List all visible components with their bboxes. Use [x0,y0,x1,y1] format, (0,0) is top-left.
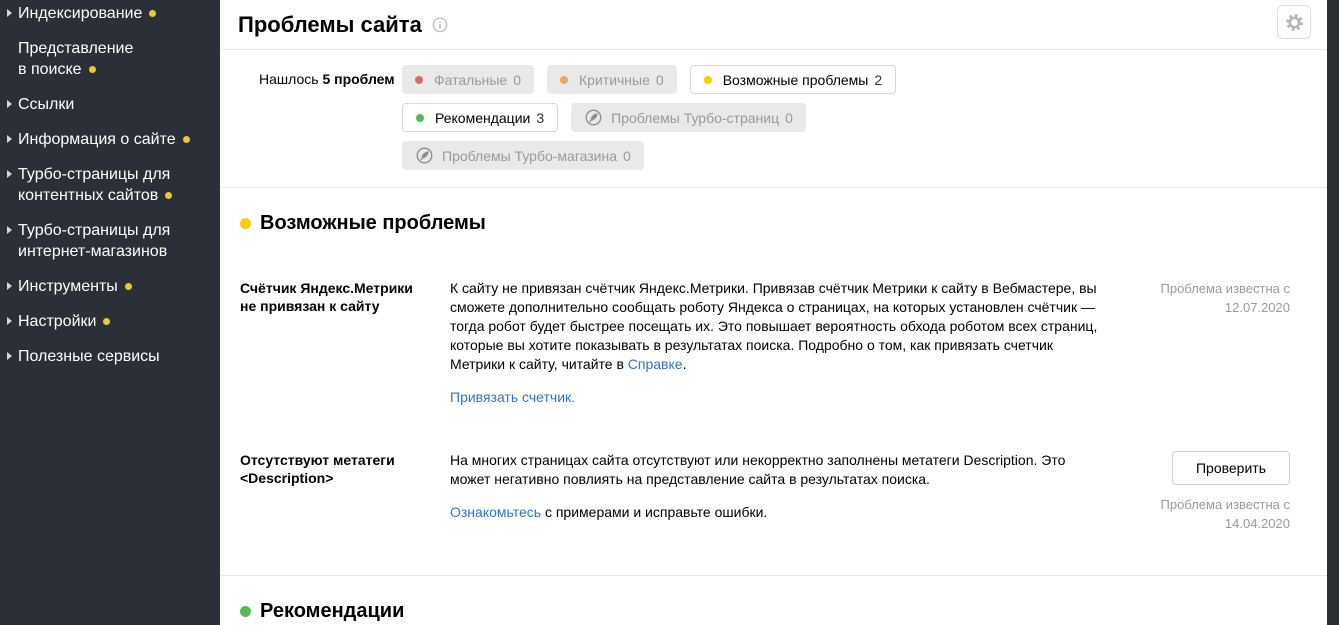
chip-label: Фатальные [434,71,508,88]
notification-dot [124,283,132,290]
section-title: Рекомендации [260,600,405,622]
sidebar-item-links[interactable]: Ссылки [7,94,208,115]
section-title: Возможные проблемы [260,212,486,234]
chevron-right-icon [7,100,12,108]
gear-icon [1285,13,1303,31]
filters-bar: Нашлось 5 проблем Фатальные 0 Критичные … [220,50,1327,188]
sidebar-item-indexing[interactable]: Индексирование [7,3,208,24]
filter-chip-recommendations[interactable]: Рекомендации 3 [402,103,559,132]
chevron-right-icon [7,9,12,17]
known-since: Проблема известна с 14.04.2020 [1160,497,1290,531]
recommend-dot-icon [240,606,251,617]
sidebar-item-label: Информация о сайте [18,131,176,148]
chip-label: Проблемы Турбо-магазина [442,147,618,164]
issue-description: К сайту не привязан счётчик Яндекс.Метри… [450,280,1098,405]
chip-count: 2 [874,71,883,88]
issue-metrika-counter: Счётчик Яндекс.Метрики не привязан к сай… [220,279,1327,407]
filter-chip-critical[interactable]: Критичные 0 [547,65,677,94]
critical-dot-icon [560,75,569,84]
chevron-right-icon [7,317,12,325]
sidebar-item-settings[interactable]: Настройки [7,311,208,332]
chip-count: 0 [513,71,522,88]
chevron-right-icon [7,170,12,178]
rocket-icon [584,108,603,127]
section-header: Рекомендации [240,600,1327,623]
chevron-right-icon [7,282,12,290]
section-possible-problems: Возможные проблемы Счётчик Яндекс.Метрик… [220,212,1327,576]
notification-dot [149,10,157,17]
page-title: Проблемы сайта [238,11,422,37]
sidebar-item-label: Представление в поиске [18,40,134,78]
fatal-dot-icon [415,75,423,84]
chip-count: 0 [655,71,664,88]
filter-chip-possible-problems[interactable]: Возможные проблемы 2 [689,65,897,94]
issue-title: Отсутствуют метатеги <Description> [240,452,395,486]
yandex-webmaster-app: Индексирование Представление в поиске Сс… [0,0,1339,625]
check-button[interactable]: Проверить [1171,451,1290,485]
section-recommendations: Рекомендации Не указаны регионы в Яндекс… [220,600,1327,625]
sidebar-item-site-info[interactable]: Информация о сайте [7,129,208,150]
known-since: Проблема известна с 12.07.2020 [1160,281,1290,315]
section-header: Возможные проблемы [240,212,1327,235]
page-header: Проблемы сайта [220,0,1327,50]
chevron-right-icon [7,226,12,234]
problems-found-count: Нашлось 5 проблем [259,71,395,87]
possible-dot-icon [240,218,251,229]
issue-title: Счётчик Яндекс.Метрики не привязан к сай… [240,280,413,314]
chip-label: Возможные проблемы [722,71,869,88]
chip-count: 0 [785,109,793,126]
sidebar-item-label: Турбо-страницы для интернет-магазинов [18,222,171,260]
notification-dot [182,136,190,143]
sidebar-item-turbo-content[interactable]: Турбо-страницы для контентных сайтов [7,164,208,206]
filter-chips: Фатальные 0 Критичные 0 Возможные пробле… [402,65,1042,170]
sidebar-item-turbo-shop[interactable]: Турбо-страницы для интернет-магазинов [7,220,208,262]
issue-description: На многих страницах сайта отсутствуют ил… [450,452,1066,520]
chevron-right-icon [7,352,12,360]
chip-count: 0 [623,147,631,164]
chip-label: Проблемы Турбо-страниц [611,109,780,126]
filter-chip-fatal[interactable]: Фатальные 0 [402,65,535,94]
recommend-dot-icon [416,113,424,122]
settings-gear-button[interactable] [1277,5,1311,39]
bind-counter-link[interactable]: Привязать счетчик. [450,389,575,405]
sidebar-item-label: Индексирование [18,5,143,22]
chip-label: Критичные [579,71,650,88]
issue-meta: Проблема известна с 12.07.2020 [1105,279,1327,407]
filter-chip-turbo-shop[interactable]: Проблемы Турбо-магазина 0 [402,141,644,170]
sidebar-item-search-appearance[interactable]: Представление в поиске [18,38,208,80]
sidebar-item-label: Инструменты [18,278,118,295]
right-dark-edge [1327,0,1339,625]
sidebar-item-label: Ссылки [18,96,75,113]
notification-dot [88,66,96,73]
issue-meta: Проверить Проблема известна с 14.04.2020 [1105,451,1327,533]
examples-link[interactable]: Ознакомьтесь [450,504,541,520]
rocket-icon [415,146,434,165]
sidebar-item-label: Турбо-страницы для контентных сайтов [18,166,171,204]
filter-chip-turbo-pages[interactable]: Проблемы Турбо-страниц 0 [571,103,806,132]
possible-dot-icon [703,75,712,84]
chip-count: 3 [536,109,545,126]
info-icon[interactable] [432,17,448,33]
sidebar-item-label: Полезные сервисы [18,348,160,365]
notification-dot [165,192,173,199]
sidebar: Индексирование Представление в поиске Сс… [0,0,220,625]
sidebar-item-useful-services[interactable]: Полезные сервисы [7,346,208,367]
help-link[interactable]: Справке [628,356,683,372]
chevron-right-icon [7,135,12,143]
sidebar-item-tools[interactable]: Инструменты [7,276,208,297]
notification-dot [103,318,111,325]
issue-missing-description: Отсутствуют метатеги <Description> На мн… [220,451,1327,533]
sidebar-item-label: Настройки [18,313,97,330]
chip-label: Рекомендации [435,109,531,126]
main-content: Проблемы сайта Нашлось 5 проблем Фатальн… [220,0,1339,625]
